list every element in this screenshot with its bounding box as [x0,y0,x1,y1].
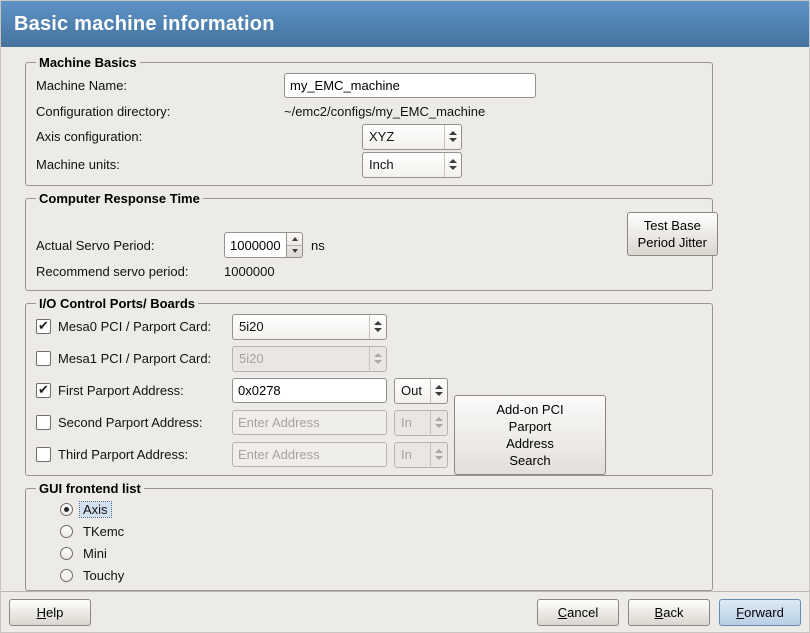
servo-period-row: Actual Servo Period: ns [36,208,704,258]
first-parport-direction-select[interactable]: Out [394,378,448,404]
chevron-updown-icon [430,411,447,435]
axis-config-value: XYZ [363,125,444,149]
radio-mini-label[interactable]: Mini [80,546,110,561]
addon-button-line4: Search [509,452,550,469]
help-button-label: Help [37,605,64,620]
servo-period-spinner [224,232,303,258]
gui-option-row: Touchy [60,564,704,586]
test-button-line1: Test Base [644,217,701,234]
recommend-period-label: Recommend servo period: [36,264,224,279]
machine-basics-legend: Machine Basics [36,55,140,70]
config-directory-value: ~/emc2/configs/my_EMC_machine [284,104,485,119]
chevron-updown-icon [444,125,461,149]
machine-name-input[interactable] [284,73,536,98]
chevron-updown-icon [369,315,386,339]
help-button[interactable]: Help [9,599,91,626]
machine-units-value: Inch [363,153,444,177]
first-parport-checkbox[interactable] [36,383,51,398]
response-time-section: Computer Response Time Test Base Period … [25,191,713,291]
addon-pci-parport-search-button[interactable]: Add-on PCI Parport Address Search [454,395,606,475]
chevron-updown-icon [430,379,447,403]
cancel-button-label: Cancel [558,605,598,620]
axis-config-row: Axis configuration: XYZ [36,123,704,150]
servo-period-input[interactable] [224,232,286,258]
recommend-period-value: 1000000 [224,264,275,279]
mesa1-card-select: 5i20 [232,346,387,372]
spin-up-button[interactable] [287,233,302,245]
second-parport-label: Second Parport Address: [58,415,232,430]
radio-axis-label[interactable]: Axis [80,502,111,517]
second-parport-checkbox[interactable] [36,415,51,430]
spinner-buttons [286,232,303,258]
back-button[interactable]: Back [628,599,710,626]
mesa1-row: Mesa1 PCI / Parport Card: 5i20 [36,345,704,372]
cancel-button[interactable]: Cancel [537,599,619,626]
footer-action-bar: Help Cancel Back Forward [1,591,809,632]
page-header: Basic machine information [1,1,809,47]
radio-tkemc[interactable] [60,525,73,538]
gui-option-row: Mini [60,542,704,564]
gui-option-row: Axis [60,498,704,520]
radio-tkemc-label[interactable]: TKemc [80,524,127,539]
machine-units-select[interactable]: Inch [362,152,462,178]
back-button-label: Back [655,605,684,620]
addon-button-line3: Address [506,435,554,452]
chevron-updown-icon [369,347,386,371]
servo-period-units: ns [311,238,325,253]
forward-button[interactable]: Forward [719,599,801,626]
mesa1-card-value: 5i20 [233,347,369,371]
mesa1-label: Mesa1 PCI / Parport Card: [58,351,232,366]
third-parport-checkbox[interactable] [36,447,51,462]
second-parport-direction-select: In [394,410,448,436]
mesa0-row: Mesa0 PCI / Parport Card: 5i20 [36,313,704,340]
machine-name-label: Machine Name: [36,78,284,93]
arrow-up-icon [292,237,298,241]
third-parport-direction-select: In [394,442,448,468]
radio-touchy-label[interactable]: Touchy [80,568,127,583]
main-content: Machine Basics Machine Name: Configurati… [1,47,809,591]
gui-frontend-section: GUI frontend list Axis TKemc Mini Touchy [25,481,713,591]
mesa1-checkbox[interactable] [36,351,51,366]
chevron-updown-icon [444,153,461,177]
addon-button-line1: Add-on PCI [496,401,563,418]
mesa0-checkbox[interactable] [36,319,51,334]
machine-basics-section: Machine Basics Machine Name: Configurati… [25,55,713,186]
config-directory-label: Configuration directory: [36,104,284,119]
addon-button-line2: Parport [509,418,552,435]
arrow-down-icon [292,249,298,253]
machine-units-row: Machine units: Inch [36,151,704,178]
axis-config-label: Axis configuration: [36,129,284,144]
mesa0-label: Mesa0 PCI / Parport Card: [58,319,232,334]
test-base-period-jitter-button[interactable]: Test Base Period Jitter [627,212,718,256]
io-ports-legend: I/O Control Ports/ Boards [36,296,198,311]
servo-period-label: Actual Servo Period: [36,238,224,253]
mesa0-card-value: 5i20 [233,315,369,339]
machine-units-label: Machine units: [36,157,284,172]
recommend-period-row: Recommend servo period: 1000000 [36,259,704,283]
second-parport-direction-value: In [395,411,430,435]
machine-name-row: Machine Name: [36,72,704,99]
radio-mini[interactable] [60,547,73,560]
third-parport-address-input [232,442,387,467]
io-ports-section: I/O Control Ports/ Boards Mesa0 PCI / Pa… [25,296,713,476]
first-parport-address-input[interactable] [232,378,387,403]
first-parport-direction-value: Out [395,379,430,403]
gui-option-row: TKemc [60,520,704,542]
chevron-updown-icon [430,443,447,467]
third-parport-label: Third Parport Address: [58,447,232,462]
forward-button-label: Forward [736,605,784,620]
third-parport-direction-value: In [395,443,430,467]
config-directory-row: Configuration directory: ~/emc2/configs/… [36,100,704,122]
page-title: Basic machine information [14,13,275,36]
axis-config-select[interactable]: XYZ [362,124,462,150]
second-parport-address-input [232,410,387,435]
test-button-line2: Period Jitter [638,234,707,251]
response-time-legend: Computer Response Time [36,191,203,206]
radio-touchy[interactable] [60,569,73,582]
first-parport-label: First Parport Address: [58,383,232,398]
radio-axis[interactable] [60,503,73,516]
mesa0-card-select[interactable]: 5i20 [232,314,387,340]
gui-frontend-legend: GUI frontend list [36,481,144,496]
spin-down-button[interactable] [287,245,302,258]
